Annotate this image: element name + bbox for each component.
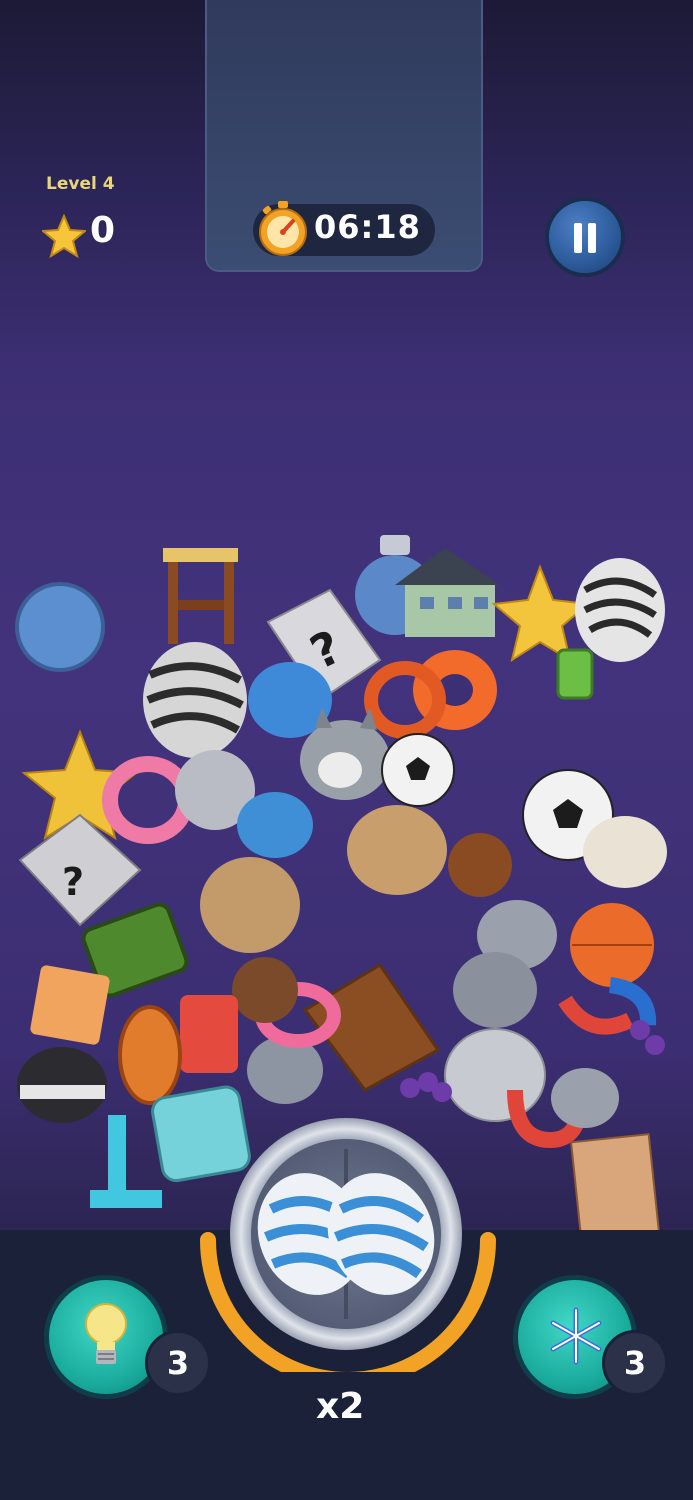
svg-text:?: ? xyxy=(62,860,84,904)
orange-basketball[interactable] xyxy=(570,903,654,987)
snowflake-icon xyxy=(550,1307,602,1365)
timer-text: 06:18 xyxy=(314,208,421,246)
blue-cup[interactable] xyxy=(237,792,313,858)
brown-ball[interactable] xyxy=(448,833,512,897)
green-cup[interactable] xyxy=(556,648,594,700)
zebra-toy[interactable] xyxy=(143,642,247,758)
coconut[interactable] xyxy=(232,957,298,1023)
zebra-toy[interactable] xyxy=(575,558,665,662)
pink-ring[interactable] xyxy=(102,756,194,844)
cyan-letter-t[interactable] xyxy=(90,1115,162,1208)
tambourine[interactable] xyxy=(118,1005,182,1105)
grey-mouse[interactable] xyxy=(551,1068,619,1128)
magnet[interactable] xyxy=(558,977,657,1035)
toy-block[interactable] xyxy=(29,964,110,1045)
stopwatch-icon xyxy=(259,201,307,256)
grey-mouse[interactable] xyxy=(453,952,537,1028)
pause-button[interactable] xyxy=(545,197,625,277)
hint-count-badge: 3 xyxy=(145,1330,211,1396)
lightbulb-icon xyxy=(85,1303,127,1364)
black-mug[interactable] xyxy=(17,1047,107,1123)
soccer-ball[interactable] xyxy=(381,733,455,807)
score-value: 0 xyxy=(90,210,116,251)
freeze-count-badge: 3 xyxy=(602,1330,668,1396)
sack-bag[interactable] xyxy=(200,857,300,953)
star-icon xyxy=(42,214,86,258)
paper-bag[interactable] xyxy=(569,1133,661,1241)
collector-items xyxy=(257,1149,435,1319)
wooden-chair[interactable] xyxy=(163,548,238,644)
white-egg[interactable] xyxy=(583,816,667,888)
level-label: Level 4 xyxy=(46,174,115,194)
letter-block[interactable] xyxy=(180,995,238,1073)
yellow-star-toy[interactable] xyxy=(491,564,591,663)
blue-ball[interactable] xyxy=(15,582,105,672)
sack-bag[interactable] xyxy=(347,805,447,895)
multiplier-label: x2 xyxy=(316,1386,365,1427)
